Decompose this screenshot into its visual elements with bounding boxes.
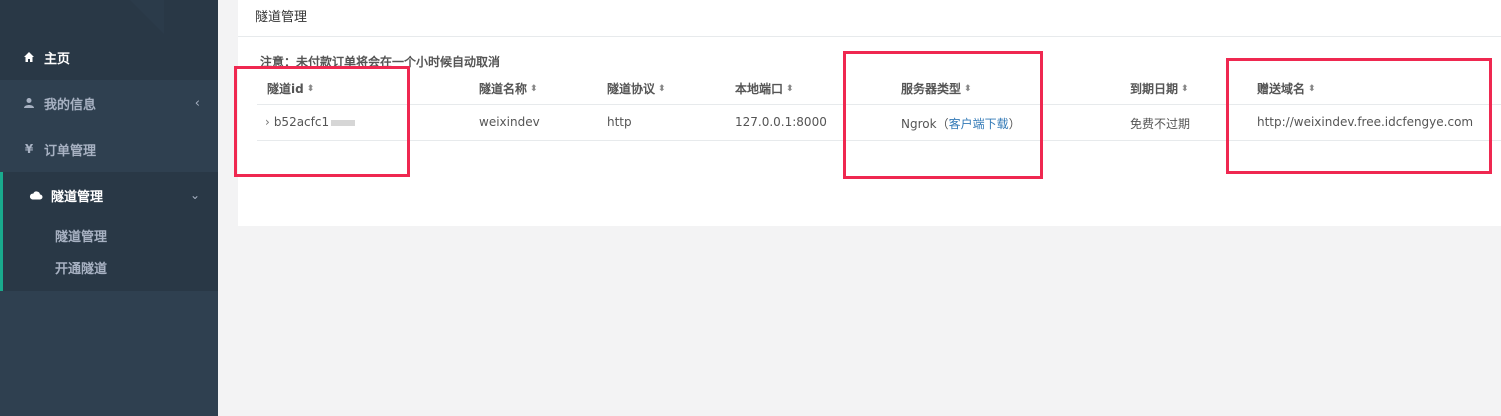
- sidebar-item-label: 订单管理: [44, 143, 97, 159]
- sort-icon: ⬍: [1181, 84, 1189, 94]
- sidebar-item-home[interactable]: 主页: [0, 34, 218, 80]
- column-header-tunnel-name[interactable]: 隧道名称 ⬍: [479, 80, 538, 97]
- sidebar-item-my-info[interactable]: 我的信息 ‹: [0, 80, 218, 126]
- chevron-left-icon: ‹: [194, 95, 200, 111]
- sidebar-item-label: 主页: [44, 51, 71, 67]
- column-header-local-port[interactable]: 本地端口 ⬍: [735, 80, 794, 97]
- column-header-tunnel-protocol[interactable]: 隧道协议 ⬍: [607, 80, 666, 97]
- annotation-box-tunnel-id: [234, 66, 410, 177]
- sort-icon: ⬍: [786, 84, 794, 94]
- column-header-label: 本地端口: [735, 82, 784, 96]
- sidebar-item-tunnel-management[interactable]: 隧道管理 ⌄: [0, 172, 218, 218]
- column-header-label: 隧道名称: [479, 82, 528, 96]
- column-header-label: 到期日期: [1130, 82, 1179, 96]
- column-header-expiry-date[interactable]: 到期日期 ⬍: [1130, 80, 1189, 97]
- cell-tunnel-protocol: http: [607, 115, 632, 129]
- sidebar-submenu: 隧道管理 开通隧道: [0, 218, 218, 291]
- sidebar-subitem-open-tunnel[interactable]: 开通隧道: [55, 258, 107, 277]
- cell-expiry-date: 免费不过期: [1130, 117, 1191, 131]
- sidebar-header-decoration: [130, 0, 164, 34]
- sidebar: 主页 我的信息 ‹ ¥ 订单管理 隧道管理 ⌄ 隧道管理 开通隧道: [0, 0, 218, 416]
- cell-local-port: 127.0.0.1:8000: [735, 115, 827, 129]
- cloud-icon: [29, 190, 43, 200]
- sort-icon: ⬍: [658, 84, 666, 94]
- sidebar-header: [0, 0, 218, 34]
- cell-tunnel-name: weixindev: [479, 115, 540, 129]
- sidebar-item-orders[interactable]: ¥ 订单管理: [0, 126, 218, 172]
- divider: [238, 36, 1501, 37]
- sidebar-item-label: 隧道管理: [51, 189, 104, 205]
- yen-icon: ¥: [24, 142, 34, 156]
- chevron-down-icon: ⌄: [189, 188, 200, 202]
- user-icon: [22, 97, 36, 109]
- column-header-label: 隧道协议: [607, 82, 656, 96]
- annotation-box-server-type: [843, 51, 1043, 179]
- page-title: 隧道管理: [255, 10, 308, 25]
- sidebar-subitem-tunnel-management[interactable]: 隧道管理: [55, 226, 107, 245]
- home-icon: [22, 51, 36, 63]
- sidebar-item-label: 我的信息: [44, 97, 97, 113]
- sort-icon: ⬍: [530, 84, 538, 94]
- annotation-box-gift-domain: [1226, 58, 1492, 174]
